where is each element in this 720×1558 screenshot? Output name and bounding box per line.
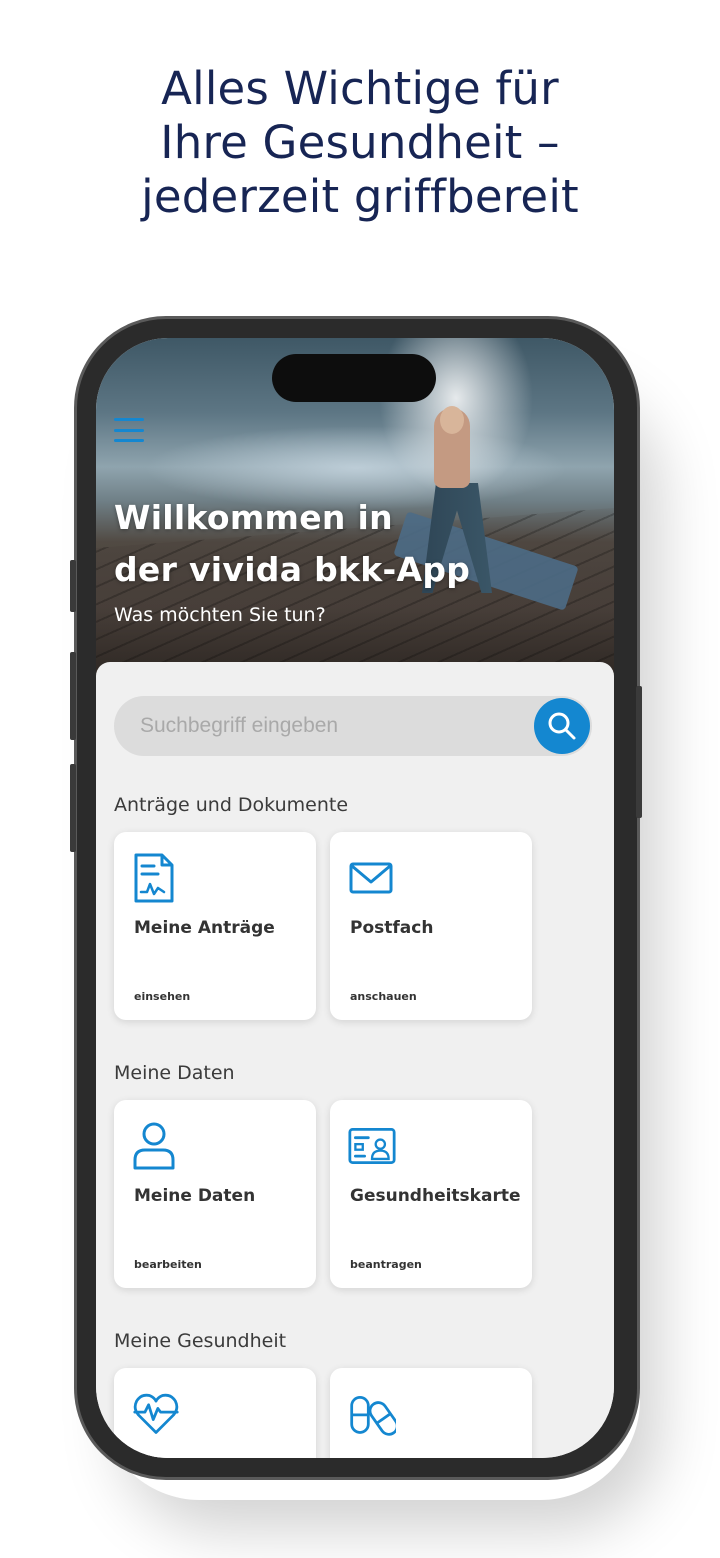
dynamic-island	[272, 354, 436, 402]
promo-headline: Alles Wichtige für Ihre Gesundheit – jed…	[0, 62, 720, 224]
card-title: Postfach	[350, 918, 434, 938]
card-title: Meine Daten	[134, 1186, 256, 1206]
card-title: Meine Anträge	[134, 918, 275, 938]
card-gesundheit-2[interactable]	[330, 1368, 532, 1458]
card-gesundheitskarte[interactable]: Gesundheitskarte beantragen	[330, 1100, 532, 1288]
search-bar	[114, 696, 592, 756]
card-action: einsehen	[134, 990, 191, 1003]
hero-subtitle: Was möchten Sie tun?	[114, 604, 326, 626]
section-title-meine-daten: Meine Daten	[114, 1062, 235, 1084]
search-input[interactable]	[140, 696, 520, 756]
phone-volume-down-button	[70, 764, 76, 852]
card-action: anschauen	[350, 990, 417, 1003]
id-card-icon	[348, 1128, 396, 1164]
card-action: bearbeiten	[134, 1258, 202, 1271]
search-icon	[548, 712, 576, 740]
heart-pulse-icon	[133, 1393, 179, 1434]
promo-headline-line-1: Alles Wichtige für	[161, 62, 559, 115]
envelope-icon	[349, 862, 393, 894]
card-title: Gesundheitskarte	[350, 1186, 521, 1206]
phone-side-button	[70, 560, 76, 612]
phone-power-button	[636, 686, 642, 818]
card-meine-daten[interactable]: Meine Daten bearbeiten	[114, 1100, 316, 1288]
main-content: Anträge und Dokumente Meine Anträge eins…	[96, 662, 614, 1458]
promo-headline-line-3: jederzeit griffbereit	[141, 170, 579, 223]
phone-volume-up-button	[70, 652, 76, 740]
hero-title-line-1: Willkommen in	[114, 498, 393, 537]
card-action: beantragen	[350, 1258, 422, 1271]
hero-title: Willkommen in der vivida bkk-App	[114, 492, 470, 596]
app-screen: Willkommen in der vivida bkk-App Was möc…	[96, 338, 614, 1458]
hero-title-line-2: der vivida bkk-App	[114, 550, 471, 589]
card-gesundheit-1[interactable]	[114, 1368, 316, 1458]
menu-icon[interactable]	[114, 418, 144, 442]
pills-icon	[350, 1396, 396, 1436]
section-title-meine-gesundheit: Meine Gesundheit	[114, 1330, 287, 1352]
search-button[interactable]	[534, 698, 590, 754]
hero-person-head	[440, 406, 464, 434]
user-icon	[133, 1122, 175, 1170]
document-icon	[134, 853, 174, 903]
card-postfach[interactable]: Postfach anschauen	[330, 832, 532, 1020]
card-meine-antraege[interactable]: Meine Anträge einsehen	[114, 832, 316, 1020]
section-title-antraege: Anträge und Dokumente	[114, 794, 349, 816]
promo-headline-line-2: Ihre Gesundheit –	[160, 116, 560, 169]
